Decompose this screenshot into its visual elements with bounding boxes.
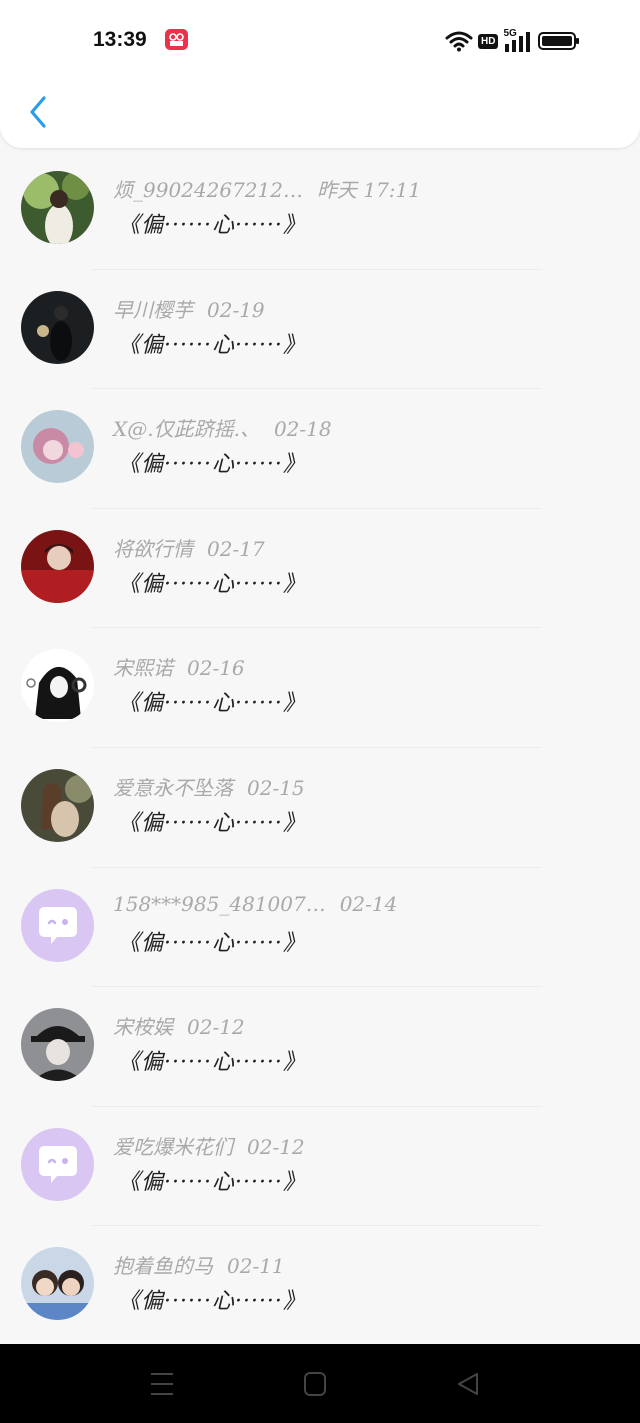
message-item[interactable]: 爱意永不坠落 02-15 《偏······心······》 <box>0 748 640 868</box>
sender-name: 宋熙诺 <box>113 656 173 681</box>
sender-name: 早川樱芋 <box>113 297 193 322</box>
message-preview: 《偏······心······》 <box>118 332 306 358</box>
message-date: 02-12 <box>247 1134 305 1159</box>
message-date: 02-19 <box>207 297 265 322</box>
sender-name: 爱意永不坠落 <box>113 775 233 800</box>
message-header: 爱吃爆米花们 02-12 <box>113 1131 620 1160</box>
message-date: 02-18 <box>273 417 332 442</box>
back-nav-button[interactable] <box>448 1368 488 1400</box>
message-date: 02-17 <box>207 536 265 561</box>
sender-name: 爱吃爆米花们 <box>113 1134 233 1159</box>
message-preview: 《偏······心······》 <box>118 213 306 238</box>
message-item[interactable]: 爱吃爆米花们 02-12 《偏······心······》 <box>0 1107 640 1227</box>
avatar[interactable] <box>21 290 94 364</box>
avatar[interactable] <box>21 649 94 723</box>
message-item[interactable]: 抱着鱼的马 02-11 《偏······心······》 <box>0 1226 640 1346</box>
message-preview: 《偏······心······》 <box>118 810 306 836</box>
message-item[interactable]: X@.仅茈跻摇.、 02-18 《偏······心······》 <box>0 389 640 509</box>
avatar[interactable] <box>21 529 94 603</box>
message-preview: 《偏······心······》 <box>118 1169 306 1195</box>
back-button[interactable] <box>20 90 56 134</box>
sender-name: 宋桉娱 <box>113 1015 173 1040</box>
message-preview: 《偏······心······》 <box>118 571 306 597</box>
message-item[interactable]: 158***985_481007… 02-14 《偏······心······》 <box>0 868 640 988</box>
message-date: 02-11 <box>227 1254 285 1279</box>
triangle-back-icon <box>458 1373 478 1395</box>
status-icons: HD 5G <box>445 28 580 54</box>
app-notification-icon <box>165 29 188 50</box>
home-icon <box>304 1372 326 1396</box>
default-avatar[interactable] <box>21 888 94 962</box>
message-preview: 《偏······心······》 <box>118 1050 306 1076</box>
message-header: 早川樱芋 02-19 <box>113 294 620 323</box>
message-date: 02-12 <box>187 1015 245 1040</box>
message-header: 抱着鱼的马 02-11 <box>113 1250 620 1279</box>
message-item[interactable]: 宋桉娱 02-12 《偏······心······》 <box>0 987 640 1107</box>
message-item[interactable]: 早川樱芋 02-19 《偏······心······》 <box>0 270 640 390</box>
message-header: 将欲行情 02-17 <box>113 533 620 562</box>
message-preview: 《偏······心······》 <box>118 691 306 717</box>
chevron-left-icon <box>30 96 46 128</box>
avatar[interactable] <box>21 1247 94 1321</box>
system-navigation-bar <box>0 1344 640 1423</box>
message-item[interactable]: 宋熙诺 02-16 《偏······心······》 <box>0 628 640 748</box>
sender-name: 158***985_481007… <box>113 891 326 916</box>
message-item[interactable]: 将欲行情 02-17 《偏······心······》 <box>0 509 640 629</box>
sender-name: 抱着鱼的马 <box>113 1254 213 1279</box>
avatar[interactable] <box>21 768 94 842</box>
message-date: 02-15 <box>247 775 305 800</box>
avatar[interactable] <box>21 410 94 484</box>
menu-button[interactable] <box>142 1368 182 1400</box>
message-date: 02-16 <box>187 656 245 681</box>
top-header: 13:39 HD 5G <box>0 0 640 148</box>
sender-name: X@.仅茈跻摇.、 <box>113 417 260 442</box>
wifi-icon <box>445 31 473 52</box>
avatar[interactable] <box>21 171 94 244</box>
message-date: 02-14 <box>339 891 398 916</box>
home-button[interactable] <box>295 1368 335 1400</box>
default-avatar[interactable] <box>21 1127 94 1201</box>
message-date: 昨天 17:11 <box>316 178 421 202</box>
message-list: 烦_99024267212… 昨天 17:11 《偏······心······》 … <box>0 150 640 1346</box>
cellular-signal-icon: 5G <box>503 28 533 52</box>
status-time: 13:39 <box>93 28 147 51</box>
sender-name: 烦_99024267212… <box>113 178 303 202</box>
message-header: 宋熙诺 02-16 <box>113 652 620 681</box>
battery-icon <box>538 32 580 50</box>
menu-icon <box>151 1373 173 1395</box>
message-header: 烦_99024267212… 昨天 17:11 <box>113 174 620 203</box>
sender-name: 将欲行情 <box>113 536 193 561</box>
message-header: 158***985_481007… 02-14 <box>113 892 620 916</box>
message-item[interactable]: 烦_99024267212… 昨天 17:11 《偏······心······》 <box>0 150 640 270</box>
avatar[interactable] <box>21 1008 94 1082</box>
message-header: X@.仅茈跻摇.、 02-18 <box>113 413 620 442</box>
message-header: 爱意永不坠落 02-15 <box>113 772 620 801</box>
message-preview: 《偏······心······》 <box>118 452 306 478</box>
message-header: 宋桉娱 02-12 <box>113 1011 620 1040</box>
message-preview: 《偏······心······》 <box>118 1289 306 1315</box>
hd-icon: HD <box>478 33 499 49</box>
message-preview: 《偏······心······》 <box>118 930 306 956</box>
